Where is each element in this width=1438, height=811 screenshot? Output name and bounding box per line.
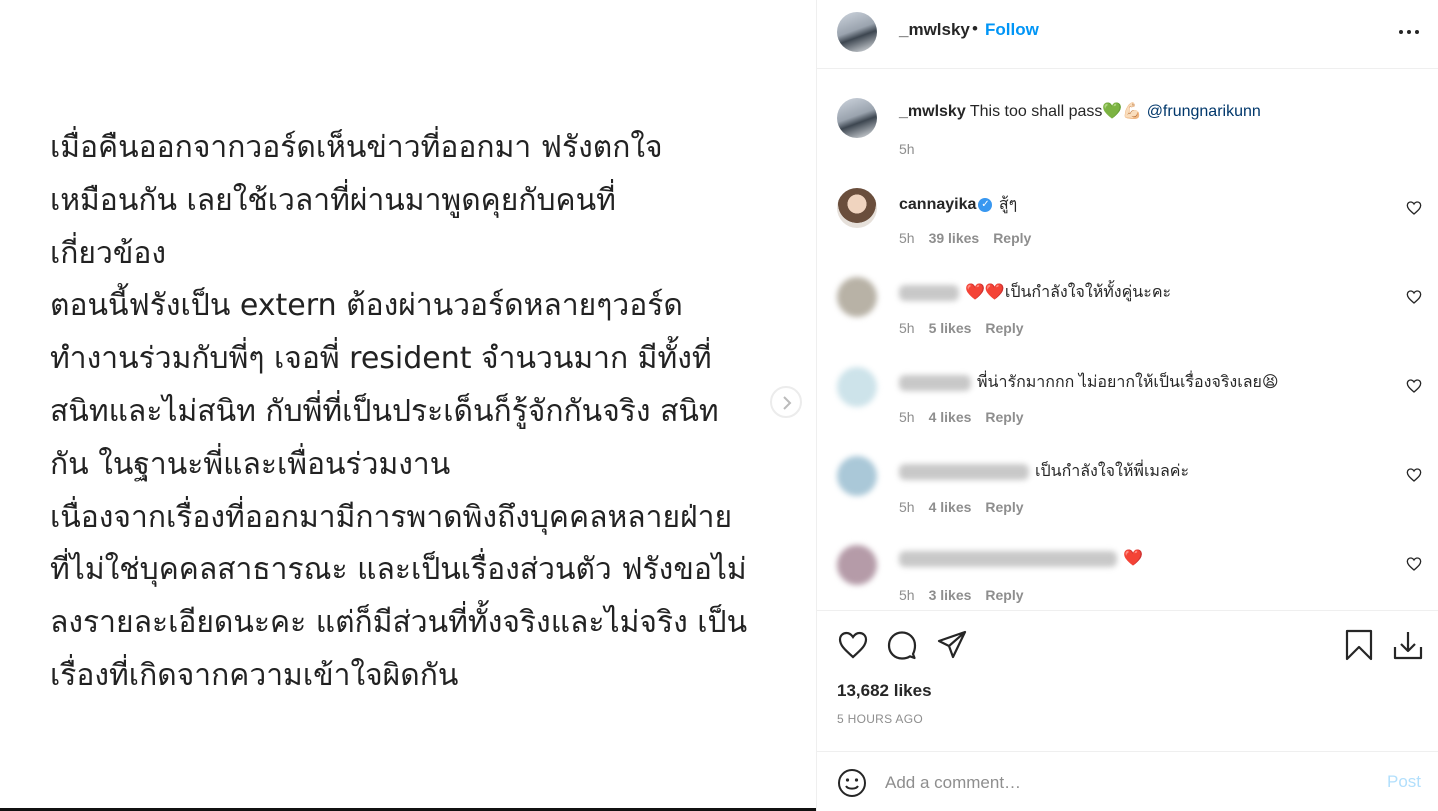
comment-username[interactable]: cannayika bbox=[899, 196, 976, 213]
comment-time[interactable]: 5h bbox=[899, 230, 915, 246]
comment-body: เป็นกำลังใจให้พี่เมลค่ะ bbox=[1035, 463, 1190, 480]
comment-likes[interactable]: 4 likes bbox=[929, 499, 972, 515]
comment-username-blurred[interactable] bbox=[899, 284, 959, 301]
caption-meta: 5h bbox=[899, 141, 929, 157]
post-text-line: สนิทและไม่สนิท กับพี่ที่เป็นประเด็นก็รู้… bbox=[50, 393, 719, 429]
comment-input[interactable] bbox=[885, 770, 1365, 796]
post-text-line: ทำงานร่วมกับพี่ๆ เจอพี่ resident จำนวนมา… bbox=[50, 341, 712, 377]
post-actions: 13,682 likes 5 HOURS AGO Post bbox=[817, 610, 1438, 811]
post-text-line: ตอนนี้ฟรังเป็น extern ต้องผ่านวอร์ดหลายๆ… bbox=[50, 288, 683, 324]
comment-likes[interactable]: 5 likes bbox=[929, 320, 972, 336]
caption-time[interactable]: 5h bbox=[899, 141, 915, 157]
comment-likes[interactable]: 39 likes bbox=[929, 230, 980, 246]
comment-meta: 5h 39 likes Reply bbox=[899, 230, 1045, 246]
comment-body: สู้ๆ bbox=[998, 196, 1018, 213]
download-icon[interactable] bbox=[1392, 629, 1424, 661]
share-send-icon[interactable] bbox=[936, 629, 968, 661]
heart-icon[interactable] bbox=[1406, 378, 1422, 394]
comment-body: ❤️ bbox=[1123, 550, 1143, 567]
avatar[interactable] bbox=[837, 277, 877, 317]
comment-username-blurred[interactable] bbox=[899, 463, 1029, 480]
comment-body: พี่น่ารักมากกก ไม่อยากให้เป็นเรื่องจริงเ… bbox=[977, 374, 1279, 391]
more-options-icon[interactable] bbox=[1397, 22, 1421, 42]
comment-likes[interactable]: 3 likes bbox=[929, 587, 972, 603]
comment-time[interactable]: 5h bbox=[899, 409, 915, 425]
comments-list[interactable]: _mwlsky This too shall pass💚💪🏻 @frungnar… bbox=[817, 69, 1438, 610]
caption-text: _mwlsky This too shall pass💚💪🏻 @frungnar… bbox=[899, 101, 1261, 121]
caption-body: This too shall pass bbox=[969, 103, 1103, 120]
post-text-line: เนื่องจากเรื่องที่ออกมามีการพาดพิงถึงบุค… bbox=[50, 499, 733, 535]
reply-button[interactable]: Reply bbox=[985, 587, 1023, 603]
caption-username[interactable]: _mwlsky bbox=[899, 103, 966, 120]
comment-text: เป็นกำลังใจให้พี่เมลค่ะ bbox=[899, 459, 1189, 484]
caption-emojis: 💚💪🏻 bbox=[1102, 103, 1143, 120]
comment-text: ❤️ bbox=[899, 548, 1143, 568]
bookmark-icon[interactable] bbox=[1343, 629, 1375, 661]
comment-time[interactable]: 5h bbox=[899, 499, 915, 515]
comment-body: ❤️❤️เป็นกำลังใจให้ทั้งคู่นะคะ bbox=[965, 284, 1172, 301]
avatar[interactable] bbox=[837, 188, 877, 228]
caption-mention[interactable]: @frungnarikunn bbox=[1147, 103, 1261, 120]
post-text-line: กัน ในฐานะพี่และเพื่อนร่วมงาน bbox=[50, 446, 451, 482]
heart-icon[interactable] bbox=[1406, 556, 1422, 572]
comment-bubble-icon[interactable] bbox=[886, 629, 918, 661]
comment-meta: 5h 3 likes Reply bbox=[899, 587, 1038, 603]
post-sidebar: _mwlsky • Follow _mwlsky This too shall … bbox=[816, 0, 1438, 811]
avatar[interactable] bbox=[837, 545, 877, 585]
post-header: _mwlsky • Follow bbox=[817, 0, 1438, 69]
comment-text: ❤️❤️เป็นกำลังใจให้ทั้งคู่นะคะ bbox=[899, 280, 1171, 305]
post-media: เมื่อคืนออกจากวอร์ดเห็นข่าวที่ออกมา ฟรัง… bbox=[0, 0, 816, 811]
comment-meta: 5h 4 likes Reply bbox=[899, 409, 1038, 425]
comment-meta: 5h 4 likes Reply bbox=[899, 499, 1038, 515]
next-slide-button[interactable] bbox=[770, 386, 802, 418]
post-comment-button[interactable]: Post bbox=[1387, 772, 1421, 792]
likes-count[interactable]: 13,682 likes bbox=[837, 681, 932, 701]
add-comment-bar: Post bbox=[817, 751, 1438, 811]
heart-icon[interactable] bbox=[1406, 467, 1422, 483]
reply-button[interactable]: Reply bbox=[985, 409, 1023, 425]
reply-button[interactable]: Reply bbox=[985, 499, 1023, 515]
verified-badge-icon: ✓ bbox=[978, 197, 993, 212]
post-image-text: เมื่อคืนออกจากวอร์ดเห็นข่าวที่ออกมา ฟรัง… bbox=[50, 122, 790, 703]
heart-icon[interactable] bbox=[1406, 200, 1422, 216]
post-text-line: เกี่ยวข้อง bbox=[50, 235, 167, 271]
comment-text: พี่น่ารักมากกก ไม่อยากให้เป็นเรื่องจริงเ… bbox=[899, 370, 1279, 395]
post-text-line: เรื่องที่เกิดจากความเข้าใจผิดกัน bbox=[50, 657, 459, 693]
emoji-smile-icon[interactable] bbox=[837, 768, 867, 798]
avatar[interactable] bbox=[837, 456, 877, 496]
comment-text: cannayika ✓ สู้ๆ bbox=[899, 192, 1017, 217]
header-separator: • bbox=[972, 19, 978, 38]
reply-button[interactable]: Reply bbox=[993, 230, 1031, 246]
post-text-line: ที่ไม่ใช่บุคคลสาธารณะ และเป็นเรื่องส่วนต… bbox=[50, 552, 747, 588]
header-username[interactable]: _mwlsky bbox=[899, 20, 970, 40]
post-text-line: เมื่อคืนออกจากวอร์ดเห็นข่าวที่ออกมา ฟรัง… bbox=[50, 130, 663, 165]
comment-meta: 5h 5 likes Reply bbox=[899, 320, 1038, 336]
reply-button[interactable]: Reply bbox=[985, 320, 1023, 336]
comment-time[interactable]: 5h bbox=[899, 320, 915, 336]
avatar[interactable] bbox=[837, 367, 877, 407]
comment-time[interactable]: 5h bbox=[899, 587, 915, 603]
heart-icon[interactable] bbox=[1406, 289, 1422, 305]
comment-likes[interactable]: 4 likes bbox=[929, 409, 972, 425]
post-text-line: ลงรายละเอียดนะคะ แต่ก็มีส่วนที่ทั้งจริงแ… bbox=[50, 605, 748, 641]
like-heart-icon[interactable] bbox=[837, 629, 869, 661]
comment-username-blurred[interactable] bbox=[899, 550, 1117, 567]
avatar[interactable] bbox=[837, 12, 877, 52]
comment-username-blurred[interactable] bbox=[899, 374, 971, 391]
avatar[interactable] bbox=[837, 98, 877, 138]
follow-button[interactable]: Follow bbox=[985, 20, 1039, 40]
chevron-right-icon bbox=[783, 396, 792, 410]
post-timestamp[interactable]: 5 HOURS AGO bbox=[837, 712, 923, 726]
post-text-line: เหมือนกัน เลยใช้เวลาที่ผ่านมาพูดคุยกับคน… bbox=[50, 182, 616, 218]
